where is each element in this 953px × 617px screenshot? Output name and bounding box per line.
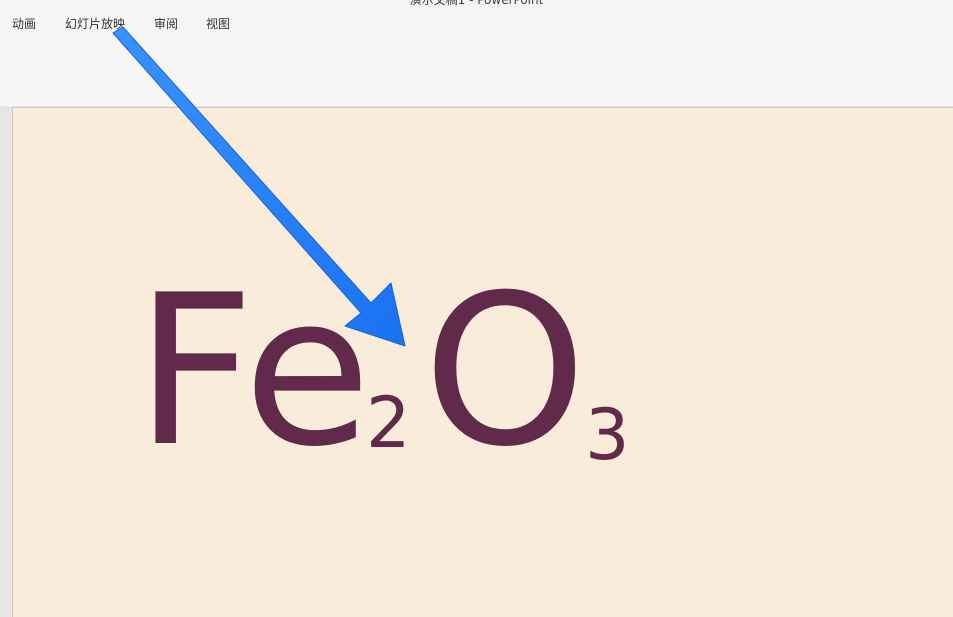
tab-review[interactable]: 审阅: [154, 15, 178, 32]
ribbon-panel: [0, 36, 953, 106]
formula-subscript-3: 3: [585, 394, 630, 476]
window-title: 演示文稿1 - PowerPoint: [409, 0, 544, 7]
tab-animations[interactable]: 动画: [12, 15, 36, 32]
formula-element-fe: Fe: [135, 251, 372, 493]
formula-element-o: O: [423, 251, 587, 493]
tab-view[interactable]: 视图: [206, 15, 230, 32]
slide-canvas[interactable]: Fe 2 O 3: [12, 107, 953, 617]
tab-slide-show[interactable]: 幻灯片放映: [65, 15, 125, 32]
powerpoint-window: 演示文稿1 - PowerPoint 动画 幻灯片放映 审阅 视图 Fe 2 O…: [0, 0, 953, 617]
formula-subscript-2: 2: [366, 382, 411, 464]
